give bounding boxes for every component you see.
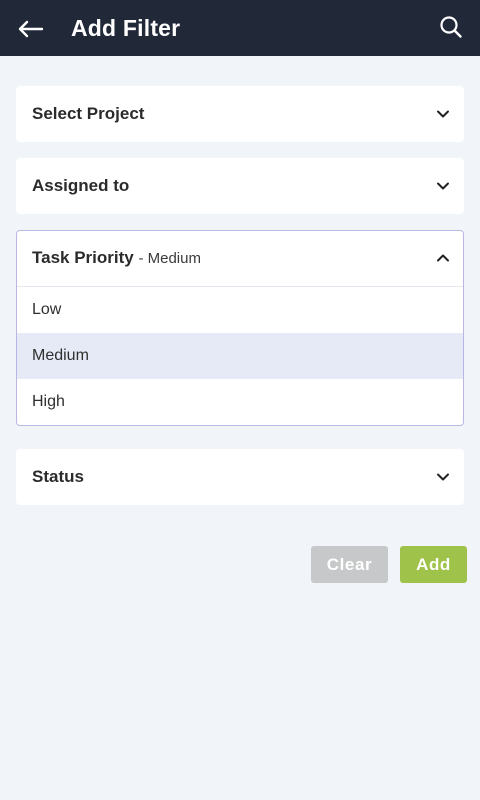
arrow-left-icon [18, 20, 44, 38]
add-button[interactable]: Add [400, 546, 467, 583]
status-label: Status [32, 467, 84, 486]
priority-option-high[interactable]: High [17, 379, 463, 425]
assigned-to-label: Assigned to [32, 176, 130, 195]
chevron-up-icon [437, 254, 449, 262]
priority-option-medium[interactable]: Medium [17, 333, 463, 379]
priority-options-list: Low Medium High [17, 287, 463, 425]
task-priority-value: - Medium [138, 250, 201, 267]
task-priority-dropdown[interactable]: Task Priority - Medium [17, 231, 463, 287]
chevron-down-icon [437, 110, 449, 118]
priority-option-low[interactable]: Low [17, 287, 463, 333]
chevron-down-icon [437, 182, 449, 190]
clear-button[interactable]: Clear [311, 546, 388, 583]
task-priority-filter: Task Priority - Medium Low Medium High [16, 230, 464, 426]
assigned-to-dropdown[interactable]: Assigned to [16, 158, 464, 214]
status-dropdown[interactable]: Status [16, 449, 464, 505]
task-priority-label: Task Priority - Medium [32, 248, 201, 269]
assigned-to-filter: Assigned to [16, 158, 464, 214]
select-project-dropdown[interactable]: Select Project [16, 86, 464, 142]
select-project-label: Select Project [32, 104, 145, 123]
task-priority-title: Task Priority [32, 248, 134, 267]
search-button[interactable] [434, 10, 468, 44]
app-header: Add Filter [0, 0, 480, 56]
page-title: Add Filter [71, 15, 181, 41]
select-project-filter: Select Project [16, 86, 464, 142]
back-button[interactable] [12, 12, 48, 46]
status-filter: Status [16, 449, 464, 505]
chevron-down-icon [437, 473, 449, 481]
search-icon [440, 16, 462, 38]
